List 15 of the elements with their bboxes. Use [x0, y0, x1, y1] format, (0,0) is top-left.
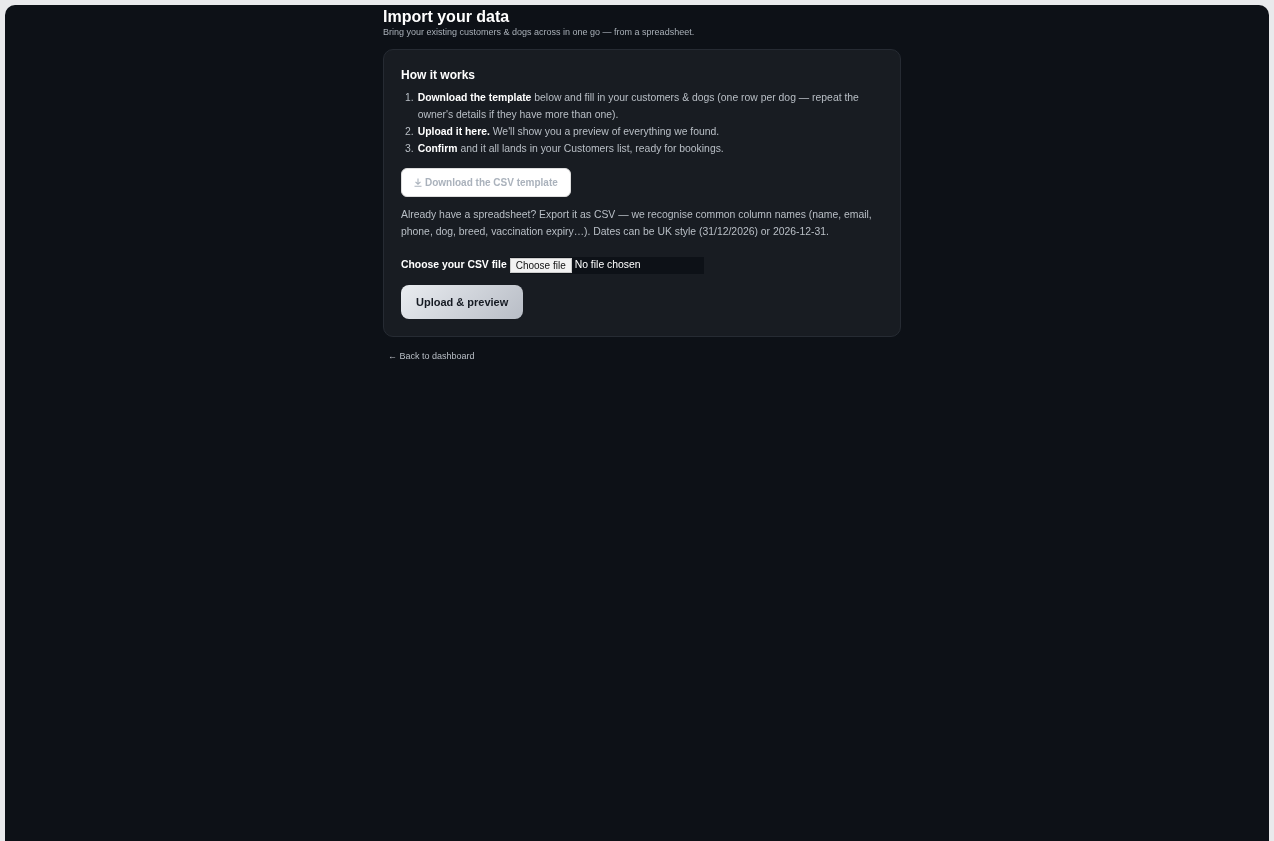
step-text: Confirm and it all lands in your Customers list, ready for bookings.: [417, 141, 724, 156]
help-paragraph: Already have a spreadsheet? Export it as CSV — we recognise common column names (name, email, phone, dog, breed, vaccination expiry…). Dates can be UK style (31/12/2026) or 2026-12-31.: [401, 207, 873, 239]
step-number: 2.: [405, 124, 414, 139]
step-number: 3.: [405, 141, 414, 156]
download-icon: [414, 177, 422, 187]
step-text: Upload it here. We'll show you a preview of everything we found.: [417, 124, 720, 139]
step-number: 1.: [405, 90, 414, 105]
field-label: Choose your CSV file: [401, 258, 507, 273]
file-input[interactable]: Choose file No file chosen: [509, 256, 704, 274]
upload-button[interactable]: Upload & preview: [401, 284, 524, 320]
back-link[interactable]: ← Back to dashboard: [388, 350, 475, 364]
page-subtitle: Bring your existing customers & dogs across in one go — from a spreadsheet.: [383, 26, 696, 40]
step-text: Download the template below and fill in your customers & dogs (one row per dog — repeat the owner's details if they have more than one).: [417, 90, 860, 122]
section-heading: How it works: [401, 66, 476, 84]
page-title: Import your data: [383, 7, 511, 27]
